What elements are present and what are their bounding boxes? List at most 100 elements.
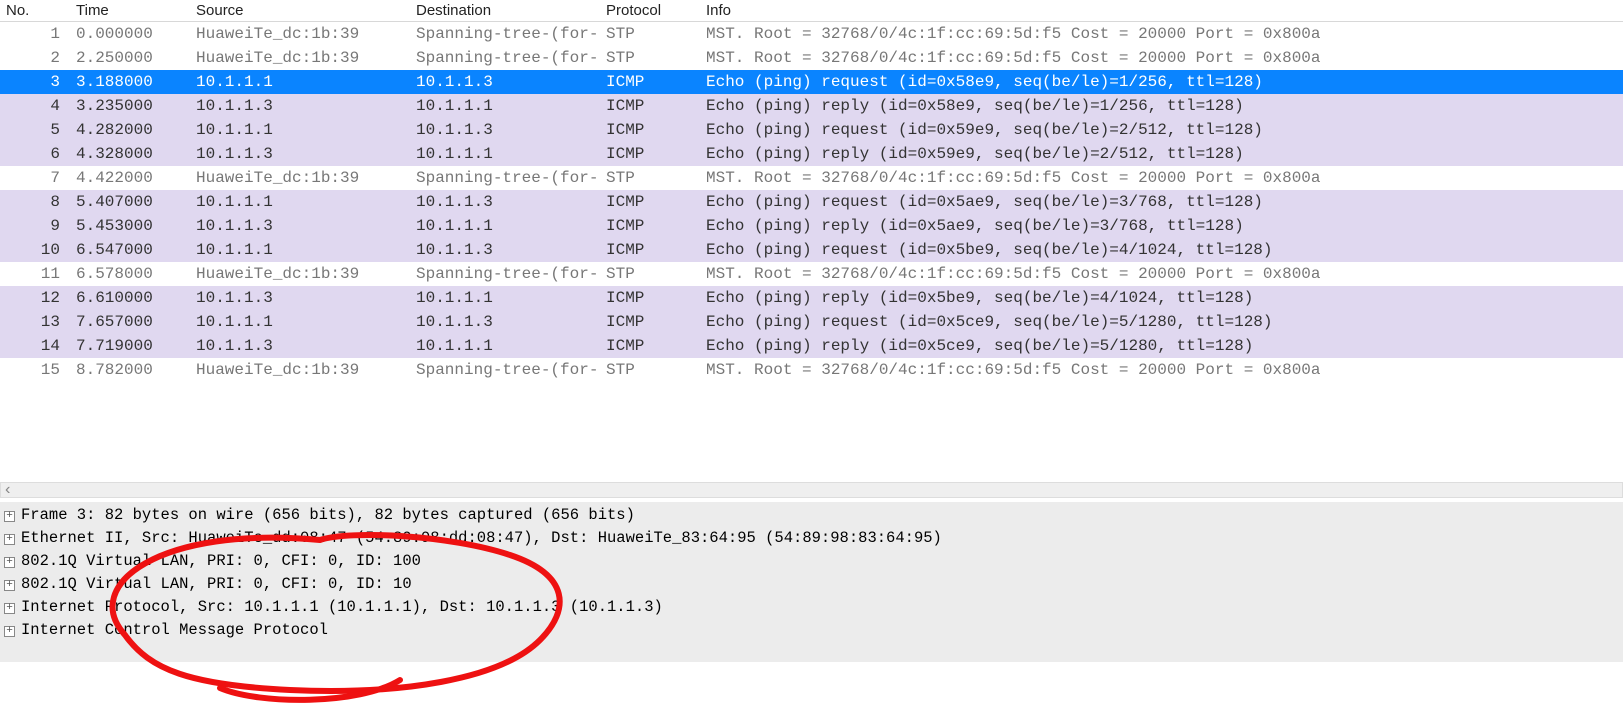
- cell-destination: 10.1.1.3: [410, 190, 600, 214]
- cell-destination: 10.1.1.1: [410, 94, 600, 118]
- cell-source: HuaweiTe_dc:1b:39: [190, 46, 410, 70]
- cell-time: 4.282000: [70, 118, 190, 142]
- detail-ip-text: Internet Protocol, Src: 10.1.1.1 (10.1.1…: [21, 598, 663, 616]
- cell-no: 13: [0, 310, 70, 334]
- cell-time: 6.578000: [70, 262, 190, 286]
- cell-time: 2.250000: [70, 46, 190, 70]
- detail-vlan-inner-text: 802.1Q Virtual LAN, PRI: 0, CFI: 0, ID: …: [21, 575, 412, 593]
- cell-source: 10.1.1.3: [190, 94, 410, 118]
- table-row[interactable]: 95.45300010.1.1.310.1.1.1ICMPEcho (ping)…: [0, 214, 1623, 238]
- cell-info: MST. Root = 32768/0/4c:1f:cc:69:5d:f5 Co…: [700, 22, 1623, 47]
- table-row[interactable]: 116.578000HuaweiTe_dc:1b:39Spanning-tree…: [0, 262, 1623, 286]
- table-row[interactable]: 126.61000010.1.1.310.1.1.1ICMPEcho (ping…: [0, 286, 1623, 310]
- cell-time: 3.188000: [70, 70, 190, 94]
- table-row[interactable]: 137.65700010.1.1.110.1.1.3ICMPEcho (ping…: [0, 310, 1623, 334]
- cell-source: 10.1.1.3: [190, 214, 410, 238]
- cell-time: 6.610000: [70, 286, 190, 310]
- cell-time: 4.422000: [70, 166, 190, 190]
- cell-info: Echo (ping) reply (id=0x5ae9, seq(be/le)…: [700, 214, 1623, 238]
- detail-frame-text: Frame 3: 82 bytes on wire (656 bits), 82…: [21, 506, 635, 524]
- cell-source: 10.1.1.1: [190, 70, 410, 94]
- cell-protocol: STP: [600, 358, 700, 382]
- cell-protocol: ICMP: [600, 286, 700, 310]
- cell-info: Echo (ping) reply (id=0x58e9, seq(be/le)…: [700, 94, 1623, 118]
- cell-time: 7.719000: [70, 334, 190, 358]
- cell-info: MST. Root = 32768/0/4c:1f:cc:69:5d:f5 Co…: [700, 262, 1623, 286]
- table-row[interactable]: 22.250000HuaweiTe_dc:1b:39Spanning-tree-…: [0, 46, 1623, 70]
- cell-no: 8: [0, 190, 70, 214]
- cell-protocol: ICMP: [600, 118, 700, 142]
- expand-icon[interactable]: +: [4, 557, 15, 568]
- table-row[interactable]: 147.71900010.1.1.310.1.1.1ICMPEcho (ping…: [0, 334, 1623, 358]
- detail-vlan-inner[interactable]: +802.1Q Virtual LAN, PRI: 0, CFI: 0, ID:…: [0, 573, 1623, 596]
- cell-destination: 10.1.1.1: [410, 214, 600, 238]
- expand-icon[interactable]: +: [4, 626, 15, 637]
- column-header-info[interactable]: Info: [700, 0, 1623, 22]
- cell-no: 10: [0, 238, 70, 262]
- cell-time: 5.453000: [70, 214, 190, 238]
- cell-info: Echo (ping) request (id=0x5be9, seq(be/l…: [700, 238, 1623, 262]
- cell-source: HuaweiTe_dc:1b:39: [190, 358, 410, 382]
- cell-destination: 10.1.1.3: [410, 238, 600, 262]
- cell-protocol: ICMP: [600, 190, 700, 214]
- cell-time: 8.782000: [70, 358, 190, 382]
- detail-icmp-text: Internet Control Message Protocol: [21, 621, 328, 639]
- cell-time: 3.235000: [70, 94, 190, 118]
- cell-time: 0.000000: [70, 22, 190, 47]
- detail-frame[interactable]: + Frame 3: 82 bytes on wire (656 bits), 8…: [0, 504, 1623, 527]
- detail-ip[interactable]: + Internet Protocol, Src: 10.1.1.1 (10.1.…: [0, 596, 1623, 619]
- detail-icmp[interactable]: + Internet Control Message Protocol: [0, 619, 1623, 642]
- column-header-source[interactable]: Source: [190, 0, 410, 22]
- cell-source: 10.1.1.1: [190, 190, 410, 214]
- table-row[interactable]: 106.54700010.1.1.110.1.1.3ICMPEcho (ping…: [0, 238, 1623, 262]
- cell-destination: 10.1.1.1: [410, 286, 600, 310]
- cell-no: 3: [0, 70, 70, 94]
- table-row[interactable]: 43.23500010.1.1.310.1.1.1ICMPEcho (ping)…: [0, 94, 1623, 118]
- cell-protocol: STP: [600, 166, 700, 190]
- table-row[interactable]: 85.40700010.1.1.110.1.1.3ICMPEcho (ping)…: [0, 190, 1623, 214]
- column-header-no[interactable]: No.: [0, 0, 70, 22]
- detail-vlan-outer[interactable]: +802.1Q Virtual LAN, PRI: 0, CFI: 0, ID:…: [0, 550, 1623, 573]
- column-header-protocol[interactable]: Protocol: [600, 0, 700, 22]
- detail-ethernet[interactable]: +Ethernet II, Src: HuaweiTe_dd:08:47 (54…: [0, 527, 1623, 550]
- cell-no: 2: [0, 46, 70, 70]
- cell-source: HuaweiTe_dc:1b:39: [190, 262, 410, 286]
- cell-info: Echo (ping) request (id=0x58e9, seq(be/l…: [700, 70, 1623, 94]
- cell-info: Echo (ping) reply (id=0x5be9, seq(be/le)…: [700, 286, 1623, 310]
- table-row[interactable]: 64.32800010.1.1.310.1.1.1ICMPEcho (ping)…: [0, 142, 1623, 166]
- expand-icon[interactable]: +: [4, 534, 15, 545]
- expand-icon[interactable]: +: [4, 580, 15, 591]
- expand-icon[interactable]: +: [4, 511, 15, 522]
- table-row[interactable]: 74.422000HuaweiTe_dc:1b:39Spanning-tree-…: [0, 166, 1623, 190]
- table-row[interactable]: 158.782000HuaweiTe_dc:1b:39Spanning-tree…: [0, 358, 1623, 382]
- cell-no: 12: [0, 286, 70, 310]
- cell-info: MST. Root = 32768/0/4c:1f:cc:69:5d:f5 Co…: [700, 166, 1623, 190]
- detail-vlan-outer-text: 802.1Q Virtual LAN, PRI: 0, CFI: 0, ID: …: [21, 552, 421, 570]
- cell-time: 5.407000: [70, 190, 190, 214]
- table-row[interactable]: 33.18800010.1.1.110.1.1.3ICMPEcho (ping)…: [0, 70, 1623, 94]
- cell-no: 11: [0, 262, 70, 286]
- packet-list-table[interactable]: No. Time Source Destination Protocol Inf…: [0, 0, 1623, 382]
- cell-destination: 10.1.1.3: [410, 118, 600, 142]
- expand-icon[interactable]: +: [4, 603, 15, 614]
- cell-source: 10.1.1.3: [190, 334, 410, 358]
- cell-source: 10.1.1.1: [190, 118, 410, 142]
- cell-protocol: ICMP: [600, 70, 700, 94]
- cell-protocol: STP: [600, 22, 700, 47]
- column-header-time[interactable]: Time: [70, 0, 190, 22]
- cell-destination: 10.1.1.3: [410, 310, 600, 334]
- cell-protocol: ICMP: [600, 142, 700, 166]
- packet-list-header-row[interactable]: No. Time Source Destination Protocol Inf…: [0, 0, 1623, 22]
- cell-time: 7.657000: [70, 310, 190, 334]
- table-row[interactable]: 10.000000HuaweiTe_dc:1b:39Spanning-tree-…: [0, 22, 1623, 47]
- table-row[interactable]: 54.28200010.1.1.110.1.1.3ICMPEcho (ping)…: [0, 118, 1623, 142]
- packet-details-pane[interactable]: + Frame 3: 82 bytes on wire (656 bits), 8…: [0, 502, 1623, 662]
- cell-source: 10.1.1.3: [190, 142, 410, 166]
- horizontal-scrollbar[interactable]: [0, 482, 1623, 498]
- packet-list-body[interactable]: 10.000000HuaweiTe_dc:1b:39Spanning-tree-…: [0, 22, 1623, 383]
- cell-info: MST. Root = 32768/0/4c:1f:cc:69:5d:f5 Co…: [700, 358, 1623, 382]
- cell-destination: Spanning-tree-(for-: [410, 22, 600, 47]
- cell-destination: Spanning-tree-(for-: [410, 358, 600, 382]
- column-header-destination[interactable]: Destination: [410, 0, 600, 22]
- cell-no: 4: [0, 94, 70, 118]
